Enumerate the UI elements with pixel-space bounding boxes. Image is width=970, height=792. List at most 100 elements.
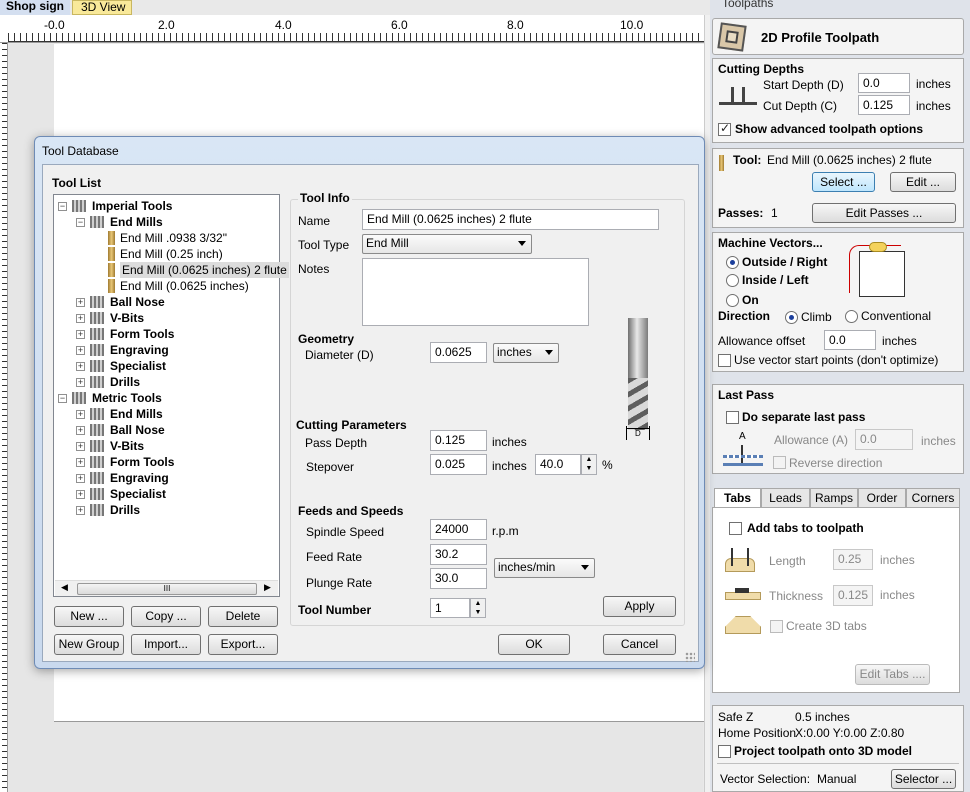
allowance-offset-label: Allowance offset (718, 334, 806, 348)
tree-item[interactable]: End Mill (0.0625 inches) (54, 278, 278, 294)
subtab-ramps[interactable]: Ramps (810, 488, 858, 508)
export-button[interactable]: Export... (208, 634, 278, 655)
create-3d-tabs-checkbox[interactable] (770, 620, 783, 633)
scroll-thumb[interactable]: III (77, 583, 257, 595)
scroll-right-arrow[interactable]: ▶ (264, 582, 271, 593)
tool-number-input[interactable]: 1 (430, 598, 470, 618)
resize-grip-icon[interactable] (685, 652, 695, 662)
start-depth-input[interactable]: 0.0 (858, 73, 910, 93)
subtab-corners[interactable]: Corners (906, 488, 960, 508)
stepover-spinner[interactable]: ▲ ▼ (581, 454, 597, 475)
copy-tool-button[interactable]: Copy ... (131, 606, 201, 627)
tab-3d-view[interactable]: 3D View (72, 0, 132, 15)
plunge-rate-input[interactable]: 30.0 (430, 568, 487, 589)
outside-right-radio[interactable] (726, 256, 739, 269)
tool-tree[interactable]: − Imperial Tools − End Mills End Mill .0938 … (53, 194, 289, 597)
expand-icon[interactable]: + (76, 426, 85, 435)
notes-textarea[interactable] (362, 258, 589, 326)
expand-icon[interactable]: + (76, 330, 85, 339)
new-tool-button[interactable]: New ... (54, 606, 124, 627)
tree-item[interactable]: + End Mills (54, 406, 278, 422)
expand-icon[interactable]: + (76, 490, 85, 499)
tab-length-input[interactable]: 0.25 (833, 549, 873, 570)
subtab-tabs[interactable]: Tabs (714, 488, 761, 508)
cancel-button[interactable]: Cancel (603, 634, 676, 655)
edit-passes-button[interactable]: Edit Passes ... (812, 203, 956, 223)
climb-radio[interactable] (785, 311, 798, 324)
collapse-icon[interactable]: − (58, 394, 67, 403)
vector-start-checkbox[interactable] (718, 354, 731, 367)
ok-button[interactable]: OK (498, 634, 570, 655)
expand-icon[interactable]: + (76, 346, 85, 355)
tree-item[interactable]: − End Mills (54, 214, 278, 230)
tree-item[interactable]: + Engraving (54, 342, 278, 358)
project-toolpath-checkbox[interactable] (718, 745, 731, 758)
tree-item[interactable]: + Specialist (54, 486, 278, 502)
tree-item[interactable]: + Form Tools (54, 326, 278, 342)
expand-icon[interactable]: + (76, 378, 85, 387)
expand-icon[interactable]: + (76, 362, 85, 371)
add-tabs-checkbox[interactable] (729, 522, 742, 535)
expand-icon[interactable]: + (76, 410, 85, 419)
pass-depth-input[interactable]: 0.125 (430, 430, 487, 451)
edit-tabs-button[interactable]: Edit Tabs .... (855, 664, 930, 685)
tool-number-spinner[interactable]: ▲ ▼ (470, 598, 486, 618)
cut-depth-input[interactable]: 0.125 (858, 95, 910, 115)
collapse-icon[interactable]: − (76, 218, 85, 227)
tool-name-input[interactable]: End Mill (0.0625 inches) 2 flute (362, 209, 659, 230)
geometry-unit-select[interactable]: inches (493, 343, 559, 363)
tab-shop-sign[interactable]: Shop sign (0, 0, 70, 15)
tab-thickness-input[interactable]: 0.125 (833, 585, 873, 606)
inside-left-radio[interactable] (726, 274, 739, 287)
tree-item[interactable]: + Drills (54, 502, 278, 518)
import-button[interactable]: Import... (131, 634, 201, 655)
scroll-left-arrow[interactable]: ◀ (61, 582, 68, 593)
expand-icon[interactable]: + (76, 442, 85, 451)
reverse-direction-label: Reverse direction (789, 456, 883, 470)
rate-unit-select[interactable]: inches/min (494, 558, 595, 578)
tree-item[interactable]: + Ball Nose (54, 422, 278, 438)
selector-button[interactable]: Selector ... (891, 769, 956, 789)
delete-tool-button[interactable]: Delete (208, 606, 278, 627)
on-radio[interactable] (726, 294, 739, 307)
tree-item[interactable]: End Mill (0.0625 inches) 2 flute (54, 262, 289, 278)
expand-icon[interactable]: + (76, 506, 85, 515)
apply-button[interactable]: Apply (603, 596, 676, 617)
collapse-icon[interactable]: − (58, 202, 67, 211)
tree-item[interactable]: − Metric Tools (54, 390, 278, 406)
tree-item[interactable]: + Form Tools (54, 454, 278, 470)
separate-last-pass-checkbox[interactable] (726, 411, 739, 424)
last-pass-allowance-input[interactable]: 0.0 (855, 429, 913, 450)
diameter-input[interactable]: 0.0625 (430, 342, 487, 363)
feed-rate-input[interactable]: 30.2 (430, 544, 487, 565)
tree-item[interactable]: + Specialist (54, 358, 278, 374)
tree-horizontal-scrollbar[interactable]: ◀ III ▶ (55, 580, 278, 596)
tree-item[interactable]: + Drills (54, 374, 278, 390)
conventional-radio[interactable] (845, 310, 858, 323)
new-group-button[interactable]: New Group (54, 634, 124, 655)
subtab-leads[interactable]: Leads (761, 488, 810, 508)
stepover-input[interactable]: 0.025 (430, 454, 487, 475)
spindle-speed-input[interactable]: 24000 (430, 519, 487, 540)
select-tool-button[interactable]: Select ... (812, 172, 875, 192)
tree-item[interactable]: End Mill (0.25 inch) (54, 246, 278, 262)
tool-type-select[interactable]: End Mill (362, 234, 532, 254)
allowance-offset-input[interactable]: 0.0 (824, 330, 876, 350)
reverse-direction-checkbox[interactable] (773, 456, 786, 469)
add-tabs-label: Add tabs to toolpath (747, 521, 864, 535)
tree-item[interactable]: + V-Bits (54, 438, 278, 454)
tree-item[interactable]: + V-Bits (54, 310, 278, 326)
expand-icon[interactable]: + (76, 458, 85, 467)
expand-icon[interactable]: + (76, 298, 85, 307)
name-label: Name (298, 214, 331, 228)
advanced-options-checkbox[interactable] (718, 121, 731, 136)
edit-tool-button[interactable]: Edit ... (890, 172, 956, 192)
expand-icon[interactable]: + (76, 314, 85, 323)
tree-item[interactable]: + Ball Nose (54, 294, 278, 310)
tree-item[interactable]: End Mill .0938 3/32" (54, 230, 278, 246)
expand-icon[interactable]: + (76, 474, 85, 483)
subtab-order[interactable]: Order (858, 488, 906, 508)
tree-item[interactable]: − Imperial Tools (54, 198, 278, 214)
tree-item[interactable]: + Engraving (54, 470, 278, 486)
stepover-percent-input[interactable]: 40.0 (535, 454, 581, 475)
